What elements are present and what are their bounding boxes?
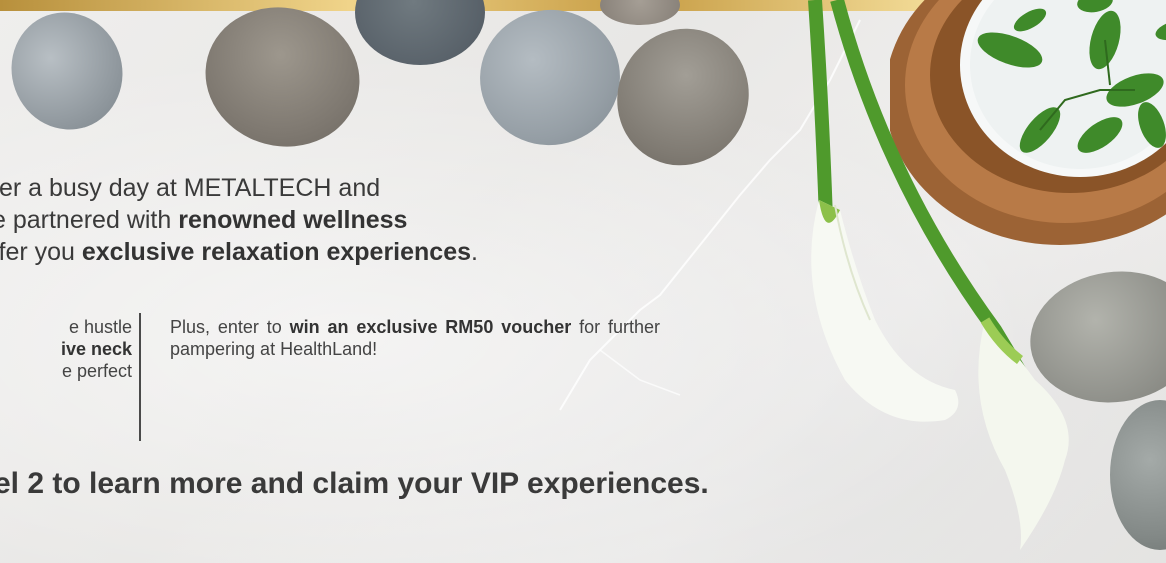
intro-paragraph: ter a busy day at METALTECH and e partne… <box>0 172 478 268</box>
intro-line-3: ffer you <box>0 238 82 266</box>
voucher-bold-1: win an exclusive RM50 <box>289 317 494 337</box>
left-column-text: e hustle ive neck e perfect <box>0 316 132 382</box>
intro-line-3-end: . <box>471 238 478 266</box>
call-to-action-heading: el 2 to learn more and claim your VIP ex… <box>0 467 709 500</box>
column-divider <box>139 313 141 441</box>
intro-line-1: ter a busy day at METALTECH and <box>0 174 381 202</box>
left-line-1: e hustle <box>68 317 132 337</box>
voucher-bold-2: voucher <box>501 317 572 337</box>
left-line-3: e perfect <box>61 361 132 381</box>
calla-lily-flowers <box>808 0 1069 550</box>
intro-line-3-bold: exclusive relaxation experiences <box>81 238 471 266</box>
voucher-paragraph: Plus, enter to win an exclusive RM50 vou… <box>170 316 660 360</box>
intro-line-2: e partnered with <box>0 206 179 234</box>
intro-line-2-bold: renowned wellness <box>178 206 408 234</box>
left-line-2-bold: ive neck <box>60 339 132 359</box>
voucher-pre-text: Plus, enter to <box>170 317 290 337</box>
